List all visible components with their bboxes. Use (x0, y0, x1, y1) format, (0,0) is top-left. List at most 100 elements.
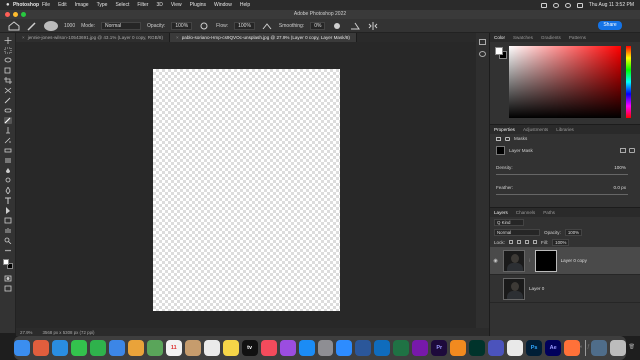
dock-zoom-icon[interactable] (336, 340, 353, 356)
tab-layers[interactable]: Layers (494, 210, 508, 215)
menu-filter[interactable]: Filter (137, 2, 148, 8)
layer-name[interactable]: Layer 0 copy (561, 258, 587, 263)
dock-settings-icon[interactable] (317, 340, 334, 356)
density-slider-track[interactable] (490, 172, 640, 177)
menu-help[interactable]: Help (240, 2, 250, 8)
airbrush-icon[interactable] (261, 21, 273, 31)
control-center-icon[interactable] (576, 2, 583, 8)
dock-audition-icon[interactable] (469, 340, 486, 356)
frame-tool-icon[interactable] (4, 87, 12, 94)
dock-calendar-icon[interactable]: 11 (165, 340, 182, 356)
tab-document-1[interactable]: × jennie-jones-wilson-10543691.jpg @ 43.1… (16, 33, 171, 42)
flow-input[interactable]: 100% (234, 21, 255, 30)
lock-image-icon[interactable] (516, 240, 521, 244)
dock-downloads-icon[interactable] (591, 340, 608, 356)
dock-maps-icon[interactable] (146, 340, 163, 356)
dock-podcasts-icon[interactable] (279, 340, 296, 356)
angle-icon[interactable] (349, 21, 361, 31)
brush-tool-icon[interactable] (26, 21, 38, 31)
gradient-tool-icon[interactable] (4, 157, 12, 164)
zoom-level[interactable]: 27.9% (20, 330, 32, 335)
tab-adjustments[interactable]: Adjustments (523, 127, 548, 132)
dock-reminders-icon[interactable] (203, 340, 220, 356)
dock-vlc-icon[interactable] (450, 340, 467, 356)
brush-preset-picker[interactable] (44, 20, 58, 31)
blur-tool-icon[interactable] (4, 167, 12, 174)
dock-firefox-icon[interactable] (564, 340, 581, 356)
wifi-icon[interactable] (552, 2, 559, 8)
tab-document-2[interactable]: × pablo-soriano-Hmp-cs9QVOc-unsplash.jpg … (170, 33, 357, 42)
menu-plugins[interactable]: Plugins (190, 2, 206, 8)
smoothing-settings-icon[interactable] (331, 21, 343, 31)
menu-3d[interactable]: 3D (156, 2, 162, 8)
tab-channels[interactable]: Channels (516, 210, 535, 215)
tab-libraries[interactable]: Libraries (556, 127, 574, 132)
feather-slider-track[interactable] (490, 192, 640, 197)
menu-select[interactable]: Select (115, 2, 129, 8)
delete-layer-icon[interactable]: 🗑 (629, 344, 635, 352)
history-brush-tool-icon[interactable] (4, 137, 12, 144)
pixel-mask-icon[interactable] (496, 136, 501, 141)
tab-patterns[interactable]: Patterns (569, 35, 586, 40)
close-tab-icon[interactable]: × (176, 35, 179, 40)
visibility-eye-icon[interactable]: ◉ (492, 258, 499, 264)
dodge-tool-icon[interactable] (4, 177, 12, 184)
layer-kind-filter[interactable]: Q Kind (494, 218, 524, 226)
eyedropper-tool-icon[interactable] (4, 97, 12, 104)
dock-tv-icon[interactable]: tv (241, 340, 258, 356)
brush-tool-active-icon[interactable] (4, 117, 12, 124)
dock-messages-icon[interactable] (70, 340, 87, 356)
eraser-tool-icon[interactable] (4, 147, 12, 154)
density-value[interactable]: 100% (614, 165, 626, 170)
dock-notes-icon[interactable] (222, 340, 239, 356)
zoom-tool-icon[interactable] (4, 237, 12, 245)
dock-contacts-icon[interactable] (184, 340, 201, 356)
quick-mask-icon[interactable] (4, 275, 12, 282)
menu-view[interactable]: View (171, 2, 182, 8)
layer-name[interactable]: Layer 0 (529, 286, 544, 291)
dock-facetime-icon[interactable] (89, 340, 106, 356)
menu-window[interactable]: Window (214, 2, 232, 8)
marquee-tool-icon[interactable] (4, 47, 12, 54)
tab-paths[interactable]: Paths (543, 210, 555, 215)
foreground-swatch[interactable] (495, 47, 503, 55)
menu-file[interactable]: File (42, 2, 50, 8)
foreground-color-swatch[interactable] (3, 259, 9, 265)
hue-slider[interactable] (626, 46, 631, 118)
layer-mask-thumbnail[interactable] (534, 249, 557, 272)
dock-outlook-icon[interactable] (374, 340, 391, 356)
dock-trash-icon[interactable] (610, 340, 626, 356)
menu-type[interactable]: Type (97, 2, 108, 8)
share-button[interactable]: Share (598, 21, 622, 30)
select-pixel-mask-icon[interactable] (620, 147, 626, 153)
lock-all-icon[interactable] (532, 240, 537, 244)
tab-color[interactable]: Color (494, 35, 505, 40)
type-tool-icon[interactable] (4, 197, 12, 204)
hand-tool-icon[interactable] (4, 227, 12, 234)
dock-after-effects-icon[interactable]: Ae (545, 340, 562, 356)
history-panel-icon[interactable] (479, 39, 486, 45)
opacity-input[interactable]: 100% (171, 21, 193, 30)
more-tools-icon[interactable] (4, 247, 12, 254)
close-tab-icon[interactable]: × (22, 35, 25, 40)
lasso-tool-icon[interactable] (4, 57, 12, 64)
healing-brush-tool-icon[interactable] (4, 107, 12, 114)
tab-swatches[interactable]: Swatches (513, 35, 533, 40)
smoothing-input[interactable]: 0% (310, 21, 326, 30)
dock-photos-icon[interactable] (127, 340, 144, 356)
lock-transparent-icon[interactable] (508, 240, 513, 244)
vector-mask-icon[interactable] (505, 136, 510, 141)
link-mask-icon[interactable]: ⁝ (529, 258, 531, 264)
layer-row-layer-0-copy[interactable]: ◉ ⁝ Layer 0 copy (490, 247, 640, 275)
menubar-clock[interactable]: Thu Aug 11 3:52 PM (589, 2, 634, 8)
screen-mode-icon[interactable] (4, 285, 12, 292)
clone-stamp-tool-icon[interactable] (4, 127, 12, 134)
color-picker-field[interactable] (509, 46, 621, 118)
dock-premiere-icon[interactable]: Pr (431, 340, 448, 356)
move-tool-icon[interactable] (4, 37, 12, 44)
dock-mail-icon[interactable] (108, 340, 125, 356)
lock-position-icon[interactable] (524, 240, 529, 244)
menu-edit[interactable]: Edit (58, 2, 67, 8)
tab-properties[interactable]: Properties (494, 127, 515, 132)
document-canvas-transparent[interactable] (153, 69, 340, 311)
